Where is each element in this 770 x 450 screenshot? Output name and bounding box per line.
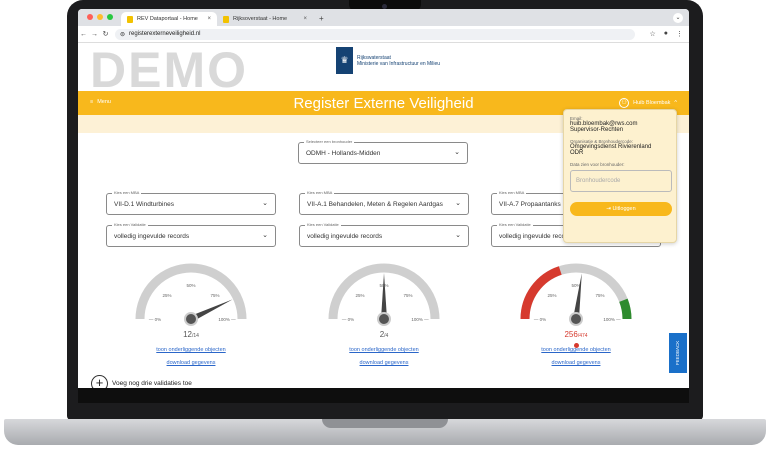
gauge-tick-label: 100% — — [603, 317, 621, 322]
logout-button[interactable]: ⇥ Uitloggen — [570, 202, 672, 216]
kebab-menu-icon[interactable]: ⋮ — [676, 30, 683, 38]
minimize-window-icon[interactable] — [97, 14, 103, 20]
gauge-tick-label: — 0% — [342, 317, 354, 322]
close-tab-icon[interactable]: × — [303, 16, 307, 22]
tab-label: Rijksoverstaat - Home — [233, 16, 288, 22]
gauge-green-band — [619, 298, 632, 320]
favicon-icon — [127, 15, 133, 23]
url-text: registerexterneveiligheid.nl — [129, 31, 201, 37]
gauge-track — [135, 263, 247, 320]
gauge-track — [520, 263, 632, 320]
bronhoudercode-input[interactable]: Bronhoudercode — [570, 170, 672, 192]
favicon-icon — [223, 15, 229, 23]
site-info-icon[interactable]: ⊜ — [120, 31, 125, 38]
laptop-base — [4, 419, 766, 445]
gauge-needle — [381, 273, 387, 319]
tab-search-icon[interactable]: ⌄ — [673, 13, 683, 23]
download-data-link[interactable]: download gegevens — [496, 360, 656, 366]
gauge-tick-label: 100% — — [411, 317, 429, 322]
gauge-tick-label: 75% — [211, 293, 220, 298]
download-data-link[interactable]: download gegevens — [304, 360, 464, 366]
gauge-track — [328, 263, 440, 320]
menu-button[interactable]: ≡ Menu — [90, 99, 111, 105]
gauge-hub — [569, 312, 583, 326]
user-icon: ⚇ — [619, 98, 630, 108]
rijkswaterstaat-logo[interactable]: ♛ Rijkswaterstaat Ministerie van Infrast… — [336, 47, 440, 74]
mba-select[interactable]: Kies een MBA VII-A.1 Behandelen, Meten & … — [299, 190, 469, 215]
close-window-icon[interactable] — [87, 14, 93, 20]
bookmark-star-icon[interactable]: ☆ — [649, 30, 655, 38]
crest-icon: ♛ — [336, 47, 353, 74]
chevron-down-icon: ⌄ — [455, 232, 461, 239]
profile-icon[interactable]: ● — [664, 30, 668, 38]
close-tab-icon[interactable]: × — [207, 16, 211, 22]
tab-label: REV Dataportaal - Home — [137, 16, 198, 22]
hamburger-icon: ≡ — [90, 99, 94, 105]
add-validations-label: Voeg nog drie validaties toe — [112, 380, 192, 387]
forward-icon[interactable]: → — [89, 31, 100, 38]
validatie-select[interactable]: Kies een Validatie volledig ingevulde rec… — [299, 222, 469, 247]
gauge-tick-label: 100% — — [218, 317, 236, 322]
gauge-needle — [573, 273, 582, 320]
show-objects-link[interactable]: toon onderliggende objecten — [111, 347, 271, 353]
gauge-tick-label: 25% — [355, 293, 364, 298]
gauge-red-band — [520, 266, 562, 320]
gauge-hub — [184, 312, 198, 326]
url-field[interactable]: ⊜ registerexterneveiligheid.nl — [115, 28, 635, 40]
feedback-tab[interactable]: FEEDBACK — [669, 333, 687, 373]
browser-tab-rev[interactable]: REV Dataportaal - Home × — [121, 12, 217, 26]
browser-tab-bar: REV Dataportaal - Home × Rijksoverstaat … — [78, 9, 689, 26]
dock-strip — [78, 388, 689, 403]
gauge-value: 256/474 — [564, 330, 588, 339]
bronhouder-code: ODR — [570, 150, 584, 156]
gauge-value: 2/4 — [379, 330, 389, 339]
gauge-value: 12/14 — [183, 330, 199, 339]
user-menu[interactable]: ⚇ Huib Bloembak ^ — [619, 98, 677, 108]
validatie-select[interactable]: Kies een Validatie volledig ingevulde rec… — [106, 222, 276, 247]
gauge-tick-label: 25% — [547, 293, 556, 298]
logo-line2: Ministerie van Infrastructuur en Milieu — [357, 60, 441, 67]
show-objects-link[interactable]: toon onderliggende objecten — [304, 347, 464, 353]
back-icon[interactable]: ← — [78, 31, 89, 38]
reload-icon[interactable]: ↻ — [100, 30, 111, 38]
new-tab-icon[interactable]: + — [313, 14, 330, 26]
page-header: DEMO ♛ Rijkswaterstaat Ministerie van In… — [78, 42, 689, 98]
gauge-tick-label: 50% — [186, 283, 195, 288]
screen: REV Dataportaal - Home × Rijksoverstaat … — [78, 9, 689, 403]
chevron-down-icon: ⌄ — [454, 149, 460, 156]
bronhouder-select[interactable]: Selecteer een bronhouder ODMH - Hollands… — [298, 139, 468, 164]
gauge-tick-label: — 0% — [149, 317, 161, 322]
gauge-tick-label: 50% — [571, 283, 580, 288]
browser-tab-rws[interactable]: Rijksoverstaat - Home × — [217, 12, 313, 26]
chevron-down-icon: ⌄ — [455, 200, 461, 207]
gauge-hub — [377, 312, 391, 326]
logout-icon: ⇥ — [606, 206, 611, 212]
user-role: Supervisor-Rechten — [570, 127, 624, 133]
gauge-tick-label: — 0% — [534, 317, 546, 322]
gauge-needle — [189, 299, 233, 322]
chevron-down-icon: ⌄ — [262, 200, 268, 207]
show-objects-link[interactable]: toon onderliggende objecten — [496, 347, 656, 353]
mba-select[interactable]: Kies een MBA VII-D.1 Windturbines ⌄ — [106, 190, 276, 215]
user-popup: Email: huib.bloembak@rws.com Supervisor-… — [563, 109, 677, 243]
gauge-tick-label: 75% — [596, 293, 605, 298]
maximize-window-icon[interactable] — [107, 14, 113, 20]
chevron-down-icon: ⌄ — [262, 232, 268, 239]
user-name: Huib Bloembak — [633, 100, 671, 106]
chevron-up-icon: ^ — [674, 100, 677, 106]
gauge-tick-label: 50% — [379, 283, 388, 288]
gauge-tick-label: 75% — [404, 293, 413, 298]
download-data-link[interactable]: download gegevens — [111, 360, 271, 366]
gauge-tick-label: 25% — [162, 293, 171, 298]
window-controls — [78, 14, 121, 26]
